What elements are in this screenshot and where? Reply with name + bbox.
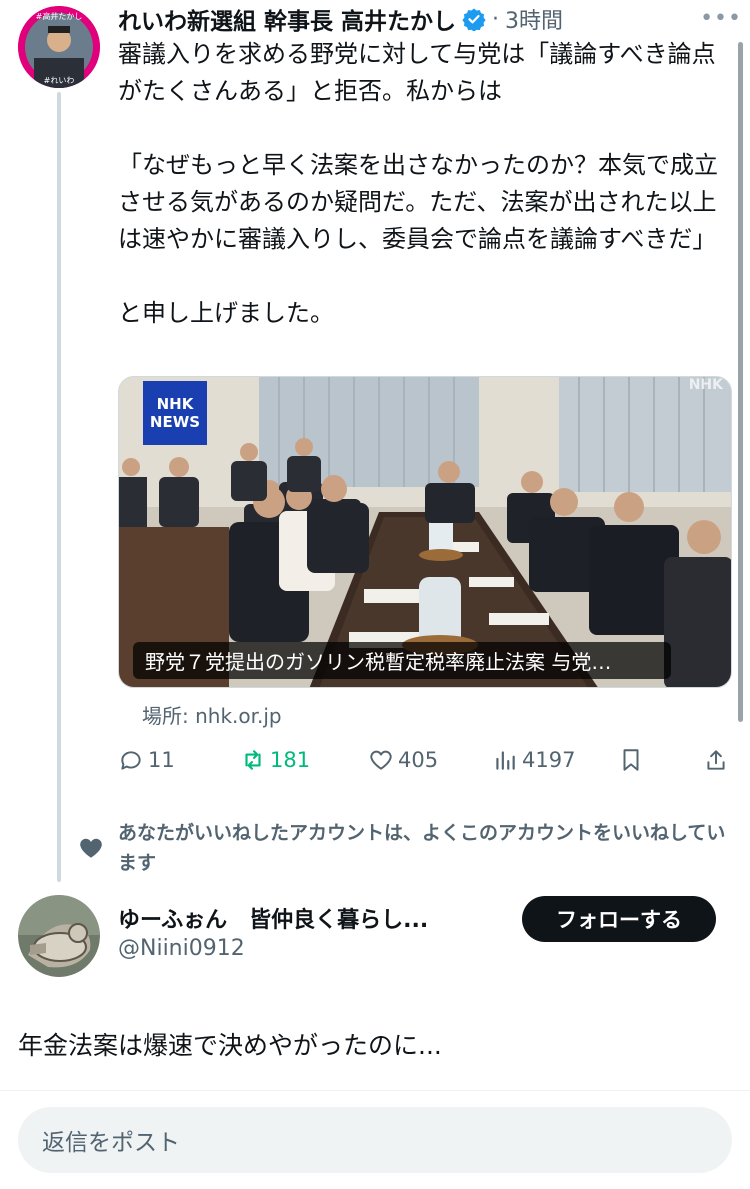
reply-count: 11 (148, 748, 175, 772)
heart-icon (370, 750, 392, 770)
heart-filled-icon (80, 838, 102, 858)
like-count: 405 (398, 748, 439, 772)
thread-line (57, 92, 61, 882)
verified-badge-icon (462, 8, 486, 31)
like-button[interactable]: 405 (368, 742, 438, 778)
bookmark-icon (623, 749, 639, 771)
repost-icon (245, 750, 261, 770)
suggested-user-name[interactable]: ゆーふぉん 皆仲良く暮らし... (118, 902, 428, 934)
tweet-media-card[interactable]: NHK NEWS NHK 野党７党提出のガソリン税暫定税率廃止法案 与党… (118, 376, 732, 688)
reply-composer-input[interactable]: 返信をポスト (18, 1107, 732, 1173)
avatar-label-bottom: #れいわ (44, 76, 75, 85)
follow-button[interactable]: フォローする (522, 896, 716, 942)
social-context-note: あなたがいいねしたアカウントは、よくこのアカウントをいいねしています (118, 822, 726, 874)
author-name[interactable]: れいわ新選組 幹事長 高井たかし (118, 2, 456, 36)
media-caption: 野党７党提出のガソリン税暫定税率廃止法案 与党… (133, 642, 671, 679)
tweet-actions: 11 181 405 4197 (118, 742, 732, 778)
nhk-logo-line1: NHK (157, 395, 195, 413)
author-avatar[interactable]: #高井たかし #れいわ (18, 6, 100, 88)
nhk-watermark: NHK (689, 377, 724, 393)
repost-button[interactable]: 181 (240, 742, 310, 778)
share-button[interactable] (703, 742, 733, 778)
divider (0, 1090, 750, 1091)
share-icon (707, 750, 725, 770)
avatar-label-top: #高井たかし (36, 11, 83, 21)
suggested-user-avatar[interactable] (18, 895, 100, 977)
scrollbar[interactable] (738, 42, 743, 722)
bookmark-button[interactable] (618, 742, 648, 778)
timestamp[interactable]: 3時間 (505, 3, 563, 35)
suggested-user-handle[interactable]: @Niini0912 (118, 936, 245, 961)
tweet-header: れいわ新選組 幹事長 高井たかし · 3時間 (118, 2, 738, 36)
header-separator: · (492, 6, 500, 32)
views-count: 4197 (522, 748, 576, 772)
repost-count: 181 (270, 748, 311, 772)
tweet-text: 審議入りを求める野党に対して与党は「議論すべき論点がたくさんある」と拒否。私から… (118, 40, 718, 327)
more-icon[interactable]: ••• (700, 6, 742, 31)
reply-icon (121, 751, 141, 770)
link-source[interactable]: 場所: nhk.or.jp (142, 700, 282, 729)
views-button[interactable]: 4197 (492, 742, 575, 778)
nhk-logo-line2: NEWS (150, 413, 200, 431)
reply-button[interactable]: 11 (118, 742, 175, 778)
reply-post-text: 年金法案は爆速で決めやがったのに... (18, 1031, 442, 1060)
views-chart-icon (496, 751, 515, 770)
